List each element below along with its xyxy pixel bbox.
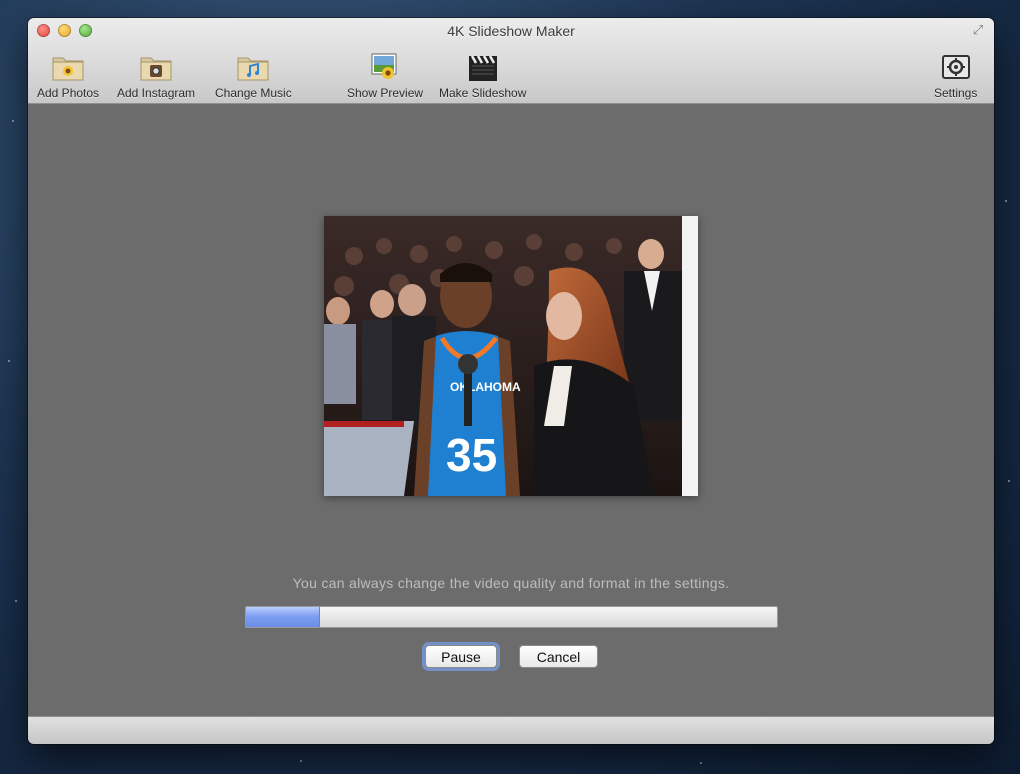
folder-music-icon	[236, 50, 270, 84]
fullscreen-icon[interactable]: ⤢	[970, 22, 986, 38]
folder-photos-icon	[51, 50, 85, 84]
add-instagram-label: Add Instagram	[117, 86, 196, 100]
folder-instagram-icon	[139, 50, 173, 84]
add-instagram-button[interactable]: Add Instagram	[117, 50, 195, 100]
jersey-text: OKLAHOMA	[450, 380, 521, 394]
main-content: OKLAHOMA 35 You can always change the vi…	[28, 104, 994, 716]
preview-photo-icon	[368, 50, 402, 84]
cancel-button[interactable]: Cancel	[519, 645, 598, 668]
add-photos-label: Add Photos	[37, 86, 100, 100]
quality-hint-text: You can always change the video quality …	[292, 575, 730, 591]
settings-label: Settings	[934, 86, 978, 100]
progress-bar	[245, 606, 778, 628]
add-photos-button[interactable]: Add Photos	[37, 50, 99, 100]
make-slideshow-button[interactable]: Make Slideshow	[439, 50, 526, 100]
change-music-button[interactable]: Change Music	[215, 50, 292, 100]
show-preview-button[interactable]: Show Preview	[347, 50, 423, 100]
window-title: 4K Slideshow Maker	[447, 23, 575, 39]
show-preview-label: Show Preview	[347, 86, 424, 100]
settings-button[interactable]: Settings	[934, 50, 977, 100]
change-music-label: Change Music	[215, 86, 292, 100]
slideshow-preview-image: OKLAHOMA 35	[324, 216, 698, 496]
progress-fill	[246, 607, 321, 627]
pause-button[interactable]: Pause	[425, 645, 497, 668]
status-bar	[28, 716, 994, 744]
jersey-number: 35	[446, 429, 497, 481]
title-bar: 4K Slideshow Maker ⤢ Add Photos Add Inst…	[28, 18, 994, 104]
make-slideshow-label: Make Slideshow	[439, 86, 527, 100]
app-window: 4K Slideshow Maker ⤢ Add Photos Add Inst…	[28, 18, 994, 744]
clapperboard-icon	[466, 50, 500, 84]
settings-icon	[939, 50, 973, 84]
